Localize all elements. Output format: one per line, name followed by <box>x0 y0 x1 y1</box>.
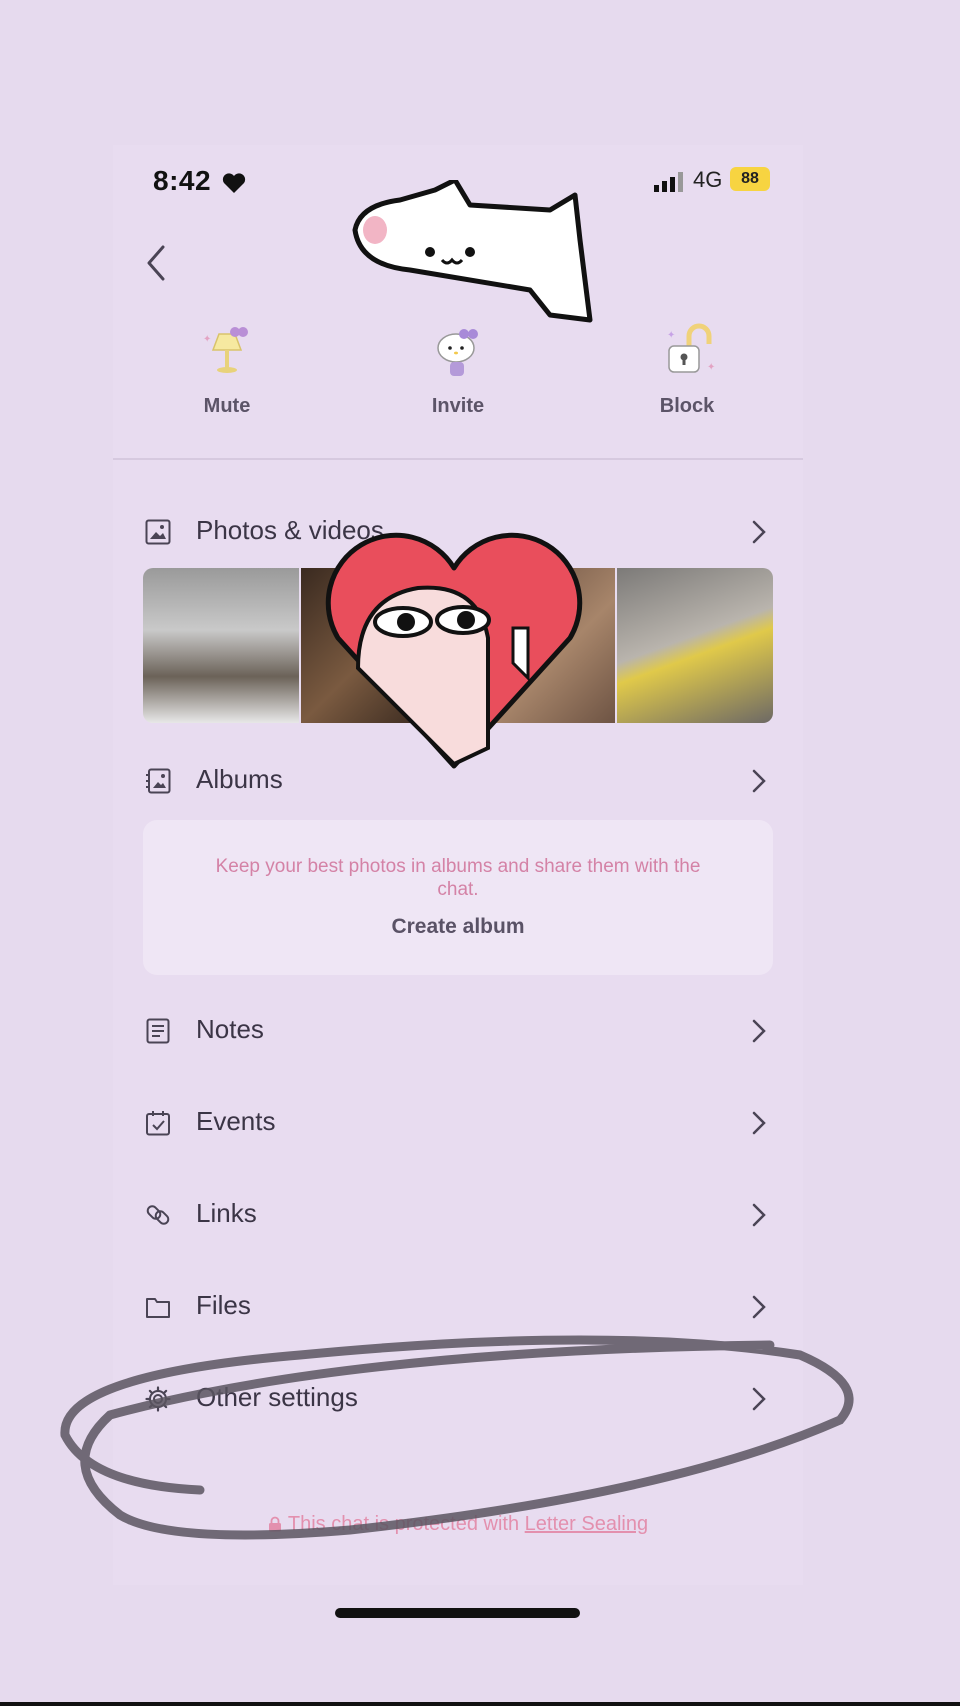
album-icon <box>146 768 171 794</box>
chevron-right-icon <box>752 520 766 544</box>
chevron-right-icon <box>752 1019 766 1043</box>
invite-label: Invite <box>431 395 485 417</box>
chevron-right-icon <box>752 1111 766 1135</box>
events-label: Events <box>196 1106 276 1136</box>
network-label: 4G <box>693 167 723 192</box>
divider <box>113 458 803 460</box>
heart-character-sticker <box>325 532 583 769</box>
scribble-annotation <box>60 1335 854 1540</box>
links-row[interactable]: Links <box>113 1184 803 1244</box>
battery-indicator: 88 <box>730 167 770 191</box>
create-album-button[interactable]: Create album <box>391 915 524 939</box>
signal-icon <box>654 172 683 192</box>
svg-text:✦: ✦ <box>667 330 675 341</box>
block-label: Block <box>659 395 715 417</box>
invite-button[interactable]: Invite <box>398 320 518 418</box>
chevron-right-icon <box>752 1203 766 1227</box>
svg-text:✦: ✦ <box>203 334 211 345</box>
mute-button[interactable]: ✦ Mute <box>167 320 287 418</box>
albums-label: Albums <box>196 764 283 794</box>
photo-thumbnail[interactable] <box>143 568 299 723</box>
links-icon <box>146 1205 170 1225</box>
block-icon: ✦ ✦ <box>667 323 715 373</box>
block-button[interactable]: ✦ ✦ Block <box>627 320 747 418</box>
home-indicator <box>335 1608 580 1618</box>
bottom-edge <box>0 1702 960 1706</box>
status-time: 8:42 <box>153 165 212 196</box>
album-empty-card: Keep your best photos in albums and shar… <box>143 820 773 975</box>
action-bar: ✦ Mute Invite ✦ ✦ Block <box>113 320 803 430</box>
notes-label: Notes <box>196 1014 264 1044</box>
events-row[interactable]: Events <box>113 1092 803 1152</box>
mute-label: Mute <box>203 395 251 417</box>
back-icon[interactable] <box>141 243 171 283</box>
notes-icon <box>146 1018 170 1044</box>
svg-text:✦: ✦ <box>707 362 715 373</box>
mute-icon: ✦ <box>203 327 248 373</box>
photo-thumbnail[interactable] <box>617 568 773 723</box>
album-empty-hint: Keep your best photos in albums and shar… <box>215 856 701 900</box>
events-icon <box>146 1111 170 1136</box>
chevron-right-icon <box>752 769 766 793</box>
image-icon <box>145 519 171 545</box>
notes-row[interactable]: Notes <box>113 1000 803 1060</box>
cat-sticker <box>352 180 593 323</box>
heart-icon <box>222 173 246 193</box>
links-label: Links <box>196 1198 257 1228</box>
